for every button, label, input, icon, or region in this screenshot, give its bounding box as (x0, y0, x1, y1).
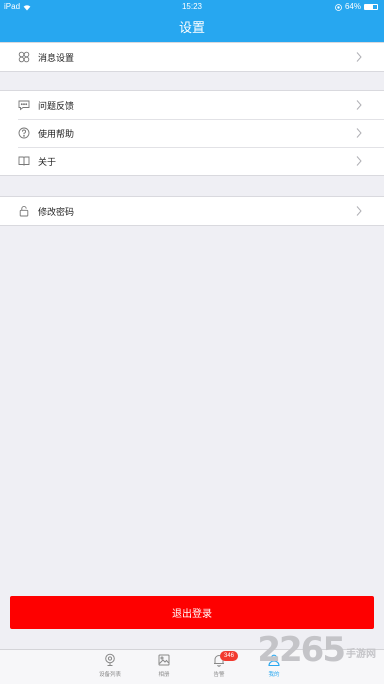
settings-item-help[interactable]: 使用帮助 (0, 119, 384, 147)
status-bar: iPad 15:23 64% (0, 0, 384, 14)
settings-item-label: 问题反馈 (38, 100, 75, 111)
bell-icon: 346 (212, 651, 238, 667)
camera-icon (103, 653, 117, 667)
settings-item-label: 消息设置 (38, 52, 75, 63)
chevron-right-icon (356, 52, 362, 62)
tab-device-list[interactable]: 设备列表 (90, 653, 130, 678)
tab-label: 我的 (268, 672, 280, 678)
watermark-text: 手游网 (346, 649, 376, 660)
chevron-right-icon (356, 206, 362, 216)
settings-group-notifications: 消息设置 (0, 42, 384, 72)
photo-icon (157, 653, 171, 667)
settings-item-notifications[interactable]: 消息设置 (0, 43, 384, 71)
logout-button[interactable]: 退出登录 (10, 596, 374, 629)
battery-icon (364, 4, 378, 10)
settings-item-change-password[interactable]: 修改密码 (0, 197, 384, 225)
question-icon (17, 126, 31, 140)
chevron-right-icon (356, 128, 362, 138)
page-title: 设置 (178, 20, 205, 35)
watermark-number: 2265 (257, 630, 346, 670)
battery-percent: 64% (344, 2, 361, 11)
tab-label: 告警 (213, 672, 225, 678)
chat-bubble-icon (17, 98, 31, 112)
header: iPad 15:23 64% 设置 (0, 0, 384, 42)
status-time: 15:23 (181, 2, 203, 11)
tab-alarm[interactable]: 346 告警 (199, 651, 239, 678)
book-icon (17, 154, 31, 168)
tab-label: 设备列表 (98, 672, 121, 678)
settings-group-account: 修改密码 (0, 196, 384, 226)
tab-label: 相册 (158, 672, 170, 678)
settings-item-label: 使用帮助 (38, 128, 75, 139)
lock-icon (17, 204, 31, 218)
settings-item-label: 修改密码 (38, 206, 75, 217)
settings-item-label: 关于 (38, 156, 57, 167)
tab-album[interactable]: 相册 (144, 653, 184, 678)
watermark-logo: 2265 手游网 (257, 628, 376, 668)
flower-icon (17, 50, 31, 64)
location-icon (335, 3, 342, 11)
settings-item-feedback[interactable]: 问题反馈 (0, 91, 384, 119)
alarm-badge: 346 (220, 651, 238, 661)
chevron-right-icon (356, 100, 362, 110)
chevron-right-icon (356, 156, 362, 166)
settings-item-about[interactable]: 关于 (0, 147, 384, 175)
settings-group-support: 问题反馈 使用帮助 关于 (0, 90, 384, 176)
